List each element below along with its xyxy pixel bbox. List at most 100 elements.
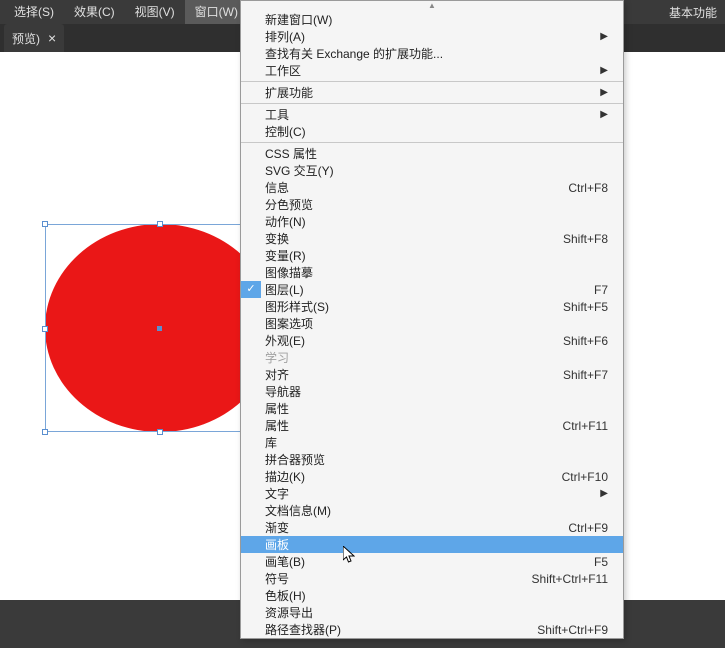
menu-item-label: 导航器 bbox=[265, 383, 301, 400]
menu-item-label: 学习 bbox=[265, 349, 289, 366]
menu-item-label: 渐变 bbox=[265, 519, 289, 536]
submenu-arrow-icon: ▶ bbox=[600, 87, 608, 98]
menu-effects[interactable]: 效果(C) bbox=[64, 0, 125, 24]
menu-item-shortcut: Shift+F5 bbox=[563, 300, 608, 314]
menu-scroll-up-icon[interactable]: ▲ bbox=[241, 1, 623, 11]
menu-item-label: 库 bbox=[265, 434, 277, 451]
menu-item[interactable]: 路径查找器(P) Shift+Ctrl+F9 bbox=[241, 621, 623, 638]
menu-item[interactable]: 排列(A) ▶ bbox=[241, 28, 623, 45]
menu-item[interactable]: 拼合器预览 bbox=[241, 451, 623, 468]
menu-item[interactable]: 外观(E) Shift+F6 bbox=[241, 332, 623, 349]
menu-item[interactable]: 色板(H) bbox=[241, 587, 623, 604]
menu-item-label: 色板(H) bbox=[265, 587, 306, 604]
menu-item[interactable]: 图案选项 bbox=[241, 315, 623, 332]
menu-item-label: 画笔(B) bbox=[265, 553, 305, 570]
menu-item-shortcut: F7 bbox=[594, 283, 608, 297]
menu-item-shortcut: Ctrl+F9 bbox=[568, 521, 608, 535]
handle-tl[interactable] bbox=[42, 221, 48, 227]
menu-item[interactable]: 库 bbox=[241, 434, 623, 451]
document-tab[interactable]: 预览) × bbox=[4, 24, 64, 52]
menu-item-label: 画板 bbox=[265, 536, 289, 553]
menu-item[interactable]: CSS 属性 bbox=[241, 145, 623, 162]
menu-item[interactable]: 文字 ▶ bbox=[241, 485, 623, 502]
menu-item-label: 外观(E) bbox=[265, 332, 305, 349]
menu-item-shortcut: Shift+Ctrl+F11 bbox=[532, 572, 608, 586]
menu-item-label: 图像描摹 bbox=[265, 264, 313, 281]
tab-title: 预览) bbox=[12, 30, 40, 47]
check-icon: ✓ bbox=[241, 281, 261, 298]
submenu-arrow-icon: ▶ bbox=[600, 488, 608, 499]
menu-item-label: 文字 bbox=[265, 485, 289, 502]
menu-item-shortcut: Ctrl+F11 bbox=[563, 419, 608, 433]
menu-separator bbox=[241, 81, 623, 82]
menu-item-label: 动作(N) bbox=[265, 213, 306, 230]
menu-item[interactable]: 对齐Shift+F7 bbox=[241, 366, 623, 383]
menu-item[interactable]: 资源导出 bbox=[241, 604, 623, 621]
menu-item: 学习 bbox=[241, 349, 623, 366]
submenu-arrow-icon: ▶ bbox=[600, 109, 608, 120]
menu-item[interactable]: 变量(R) bbox=[241, 247, 623, 264]
menu-item-label: 符号 bbox=[265, 570, 289, 587]
menu-item-label: 路径查找器(P) bbox=[265, 621, 341, 638]
menu-item[interactable]: 导航器 bbox=[241, 383, 623, 400]
workspace-label[interactable]: 基本功能 bbox=[661, 4, 725, 21]
menu-item[interactable]: 图形样式(S)Shift+F5 bbox=[241, 298, 623, 315]
menu-view[interactable]: 视图(V) bbox=[125, 0, 185, 24]
menu-item[interactable]: SVG 交互(Y) bbox=[241, 162, 623, 179]
menu-item[interactable]: 控制(C) bbox=[241, 123, 623, 140]
menu-item-label: 文档信息(M) bbox=[265, 502, 331, 519]
menu-item[interactable]: 图像描摹 bbox=[241, 264, 623, 281]
menu-item-label: 工具 bbox=[265, 106, 289, 123]
menu-item[interactable]: 新建窗口(W) bbox=[241, 11, 623, 28]
menu-item[interactable]: 信息Ctrl+F8 bbox=[241, 179, 623, 196]
menu-item[interactable]: 文档信息(M) bbox=[241, 502, 623, 519]
menu-item-label: 控制(C) bbox=[265, 123, 306, 140]
menu-item-label: 对齐 bbox=[265, 366, 289, 383]
menu-item[interactable]: 工作区 ▶ bbox=[241, 62, 623, 79]
menu-item-label: 新建窗口(W) bbox=[265, 11, 332, 28]
menu-item-label: 查找有关 Exchange 的扩展功能... bbox=[265, 45, 443, 62]
submenu-arrow-icon: ▶ bbox=[600, 65, 608, 76]
menu-item[interactable]: 渐变 Ctrl+F9 bbox=[241, 519, 623, 536]
submenu-arrow-icon: ▶ bbox=[600, 31, 608, 42]
menu-item-label: 图层(L) bbox=[265, 281, 304, 298]
menu-item[interactable]: 画板 bbox=[241, 536, 623, 553]
menu-item-shortcut: Shift+F6 bbox=[563, 334, 608, 348]
menu-window[interactable]: 窗口(W) bbox=[185, 0, 248, 24]
close-icon[interactable]: × bbox=[48, 30, 56, 46]
menu-item[interactable]: 扩展功能▶ bbox=[241, 84, 623, 101]
menu-item[interactable]: 工具 ▶ bbox=[241, 106, 623, 123]
menu-item-shortcut: F5 bbox=[594, 555, 608, 569]
menu-item[interactable]: 查找有关 Exchange 的扩展功能... bbox=[241, 45, 623, 62]
menu-item-label: SVG 交互(Y) bbox=[265, 162, 334, 179]
handle-bm[interactable] bbox=[157, 429, 163, 435]
menu-select[interactable]: 选择(S) bbox=[4, 0, 64, 24]
menu-item-label: 变量(R) bbox=[265, 247, 306, 264]
menu-item-label: 属性 bbox=[265, 400, 289, 417]
menu-item[interactable]: 属性 bbox=[241, 400, 623, 417]
menu-item[interactable]: 属性Ctrl+F11 bbox=[241, 417, 623, 434]
center-point bbox=[157, 326, 162, 331]
menu-separator bbox=[241, 103, 623, 104]
menu-separator bbox=[241, 142, 623, 143]
menu-item-label: 排列(A) bbox=[265, 28, 305, 45]
menu-item[interactable]: 符号 Shift+Ctrl+F11 bbox=[241, 570, 623, 587]
handle-bl[interactable] bbox=[42, 429, 48, 435]
menu-item-label: 工作区 bbox=[265, 62, 301, 79]
menu-item[interactable]: ✓图层(L) F7 bbox=[241, 281, 623, 298]
handle-ml[interactable] bbox=[42, 326, 48, 332]
menu-item-label: 描边(K) bbox=[265, 468, 305, 485]
menu-item-shortcut: Shift+F8 bbox=[563, 232, 608, 246]
menu-item[interactable]: 画笔(B) F5 bbox=[241, 553, 623, 570]
handle-tm[interactable] bbox=[157, 221, 163, 227]
menu-item-label: 资源导出 bbox=[265, 604, 313, 621]
menu-item[interactable]: 描边(K)Ctrl+F10 bbox=[241, 468, 623, 485]
window-menu-dropdown: ▲新建窗口(W)排列(A) ▶ 查找有关 Exchange 的扩展功能...工作区 ▶… bbox=[240, 0, 624, 639]
menu-item[interactable]: 分色预览 bbox=[241, 196, 623, 213]
menu-item-label: CSS 属性 bbox=[265, 145, 317, 162]
menu-item[interactable]: 变换Shift+F8 bbox=[241, 230, 623, 247]
menu-item-label: 图案选项 bbox=[265, 315, 313, 332]
menu-item[interactable]: 动作(N) bbox=[241, 213, 623, 230]
menu-item-label: 信息 bbox=[265, 179, 289, 196]
menu-item-shortcut: Shift+Ctrl+F9 bbox=[537, 623, 608, 637]
